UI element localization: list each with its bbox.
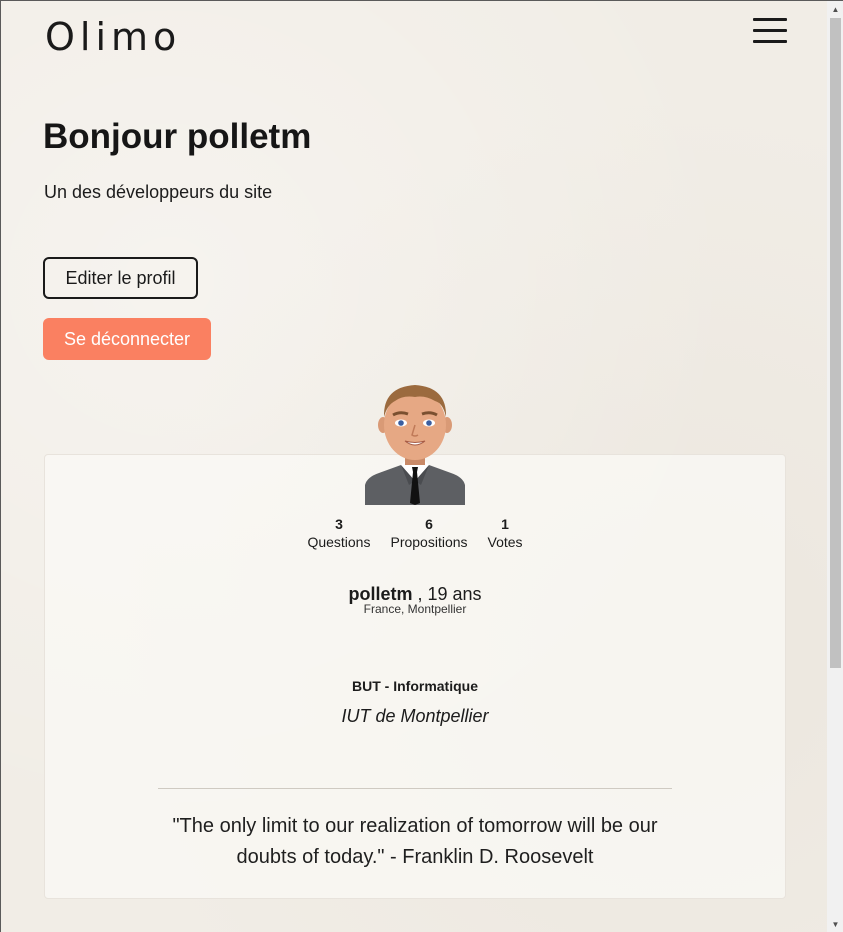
- divider: [158, 788, 672, 789]
- user-location: France, Montpellier: [363, 602, 467, 616]
- hamburger-bar: [753, 40, 787, 43]
- profile-stats: 3 Questions 6 Propositions 1 Votes: [1, 516, 829, 552]
- stat-label: Questions: [307, 534, 371, 550]
- quote-line: "The only limit to our realization of to…: [172, 815, 658, 837]
- logout-button[interactable]: Se déconnecter: [43, 318, 211, 360]
- user-age: , 19 ans: [417, 584, 482, 604]
- quote-line: doubts of today." - Franklin D. Roosevel…: [236, 846, 594, 868]
- page: Olimo Bonjour polletm Un des développeur…: [0, 0, 843, 932]
- vertical-scrollbar[interactable]: ▲ ▼: [827, 1, 843, 932]
- stat-votes: 1 Votes: [488, 516, 523, 552]
- hamburger-bar: [753, 18, 787, 21]
- page-title: Bonjour polletm: [43, 117, 312, 156]
- stat-label: Propositions: [390, 534, 468, 550]
- stat-questions: 3 Questions: [307, 516, 370, 552]
- profile-quote: "The only limit to our realization of to…: [131, 811, 699, 873]
- user-role-subtitle: Un des développeurs du site: [44, 182, 273, 202]
- user-degree: BUT - Informatique: [352, 678, 478, 694]
- avatar: [365, 385, 465, 505]
- username: polletm: [348, 584, 413, 604]
- scrollbar-thumb[interactable]: [830, 18, 841, 668]
- edit-profile-button[interactable]: Editer le profil: [43, 257, 198, 299]
- hamburger-bar: [753, 29, 787, 32]
- scroll-down-arrow-icon[interactable]: ▼: [827, 916, 843, 932]
- user-school: IUT de Montpellier: [341, 706, 489, 726]
- stat-value: 1: [501, 516, 509, 532]
- stat-value: 3: [335, 516, 343, 532]
- stat-value: 6: [425, 516, 433, 532]
- site-logo[interactable]: Olimo: [45, 15, 181, 59]
- stat-label: Votes: [487, 534, 523, 550]
- scroll-up-arrow-icon[interactable]: ▲: [827, 1, 843, 18]
- hamburger-menu-icon[interactable]: [753, 18, 787, 44]
- stat-propositions: 6 Propositions: [390, 516, 467, 552]
